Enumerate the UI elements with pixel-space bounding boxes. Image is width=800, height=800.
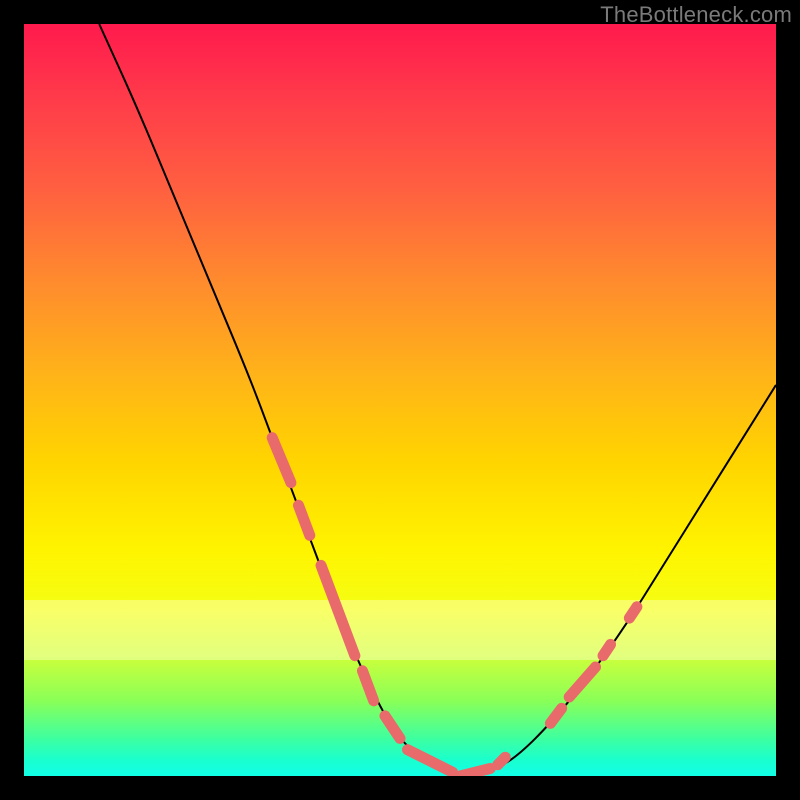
curve-marker-3	[362, 671, 373, 701]
curve-marker-0	[272, 438, 291, 483]
curve-marker-6	[460, 768, 490, 776]
curve-marker-11	[629, 607, 637, 618]
bottleneck-curve	[99, 24, 776, 776]
curve-marker-2	[321, 565, 355, 655]
curve-marker-7	[498, 757, 506, 765]
curve-marker-1	[298, 505, 309, 535]
curve-marker-10	[603, 644, 611, 655]
curve-marker-4	[385, 716, 400, 739]
curve-marker-8	[550, 708, 561, 723]
curve-marker-9	[569, 667, 595, 697]
curve-marker-5	[408, 750, 453, 773]
plot-area	[24, 24, 776, 776]
chart-svg	[24, 24, 776, 776]
chart-frame	[24, 24, 776, 776]
